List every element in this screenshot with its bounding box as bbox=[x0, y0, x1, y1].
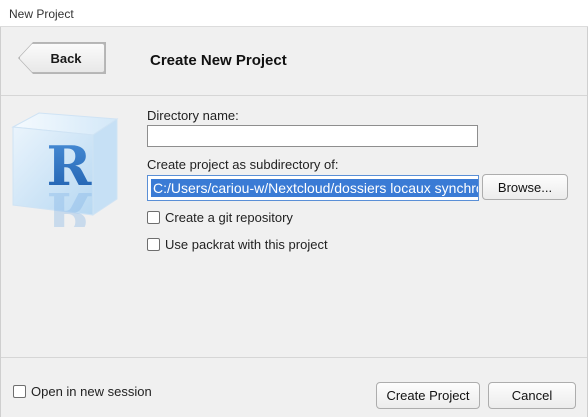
packrat-label: Use packrat with this project bbox=[165, 237, 328, 252]
dialog-header: Back Create New Project bbox=[1, 27, 587, 96]
create-project-button-label: Create Project bbox=[386, 388, 470, 403]
open-new-session-label: Open in new session bbox=[31, 384, 152, 399]
open-new-session-checkbox[interactable] bbox=[13, 385, 26, 398]
directory-name-label: Directory name: bbox=[147, 108, 239, 123]
back-button[interactable]: Back bbox=[19, 43, 105, 73]
page-title: Create New Project bbox=[150, 52, 287, 69]
window-title-bar: New Project bbox=[0, 0, 588, 27]
subdirectory-path-value: C:/Users/cariou-w/Nextcloud/dossiers loc… bbox=[151, 179, 478, 197]
create-project-button[interactable]: Create Project bbox=[376, 382, 480, 409]
packrat-checkbox[interactable] bbox=[147, 238, 160, 251]
subdirectory-label: Create project as subdirectory of: bbox=[147, 157, 339, 172]
dialog-body: Back Create New Project R R Directory na… bbox=[0, 27, 588, 417]
cancel-button-label: Cancel bbox=[511, 388, 553, 403]
subdirectory-path-input[interactable]: C:/Users/cariou-w/Nextcloud/dossiers loc… bbox=[147, 175, 479, 201]
git-repository-checkbox[interactable] bbox=[147, 211, 160, 224]
footer-divider bbox=[1, 357, 587, 358]
window-title: New Project bbox=[9, 7, 74, 21]
browse-button[interactable]: Browse... bbox=[482, 174, 568, 200]
packrat-option[interactable]: Use packrat with this project bbox=[147, 237, 328, 252]
git-repository-option[interactable]: Create a git repository bbox=[147, 210, 293, 225]
open-new-session-option[interactable]: Open in new session bbox=[13, 384, 152, 399]
browse-button-label: Browse... bbox=[497, 179, 553, 195]
back-button-label: Back bbox=[50, 50, 82, 66]
directory-name-input[interactable] bbox=[147, 125, 478, 147]
r-logo-icon: R R bbox=[11, 112, 119, 227]
svg-text:R: R bbox=[47, 180, 93, 227]
cancel-button[interactable]: Cancel bbox=[488, 382, 576, 409]
git-repository-label: Create a git repository bbox=[165, 210, 293, 225]
